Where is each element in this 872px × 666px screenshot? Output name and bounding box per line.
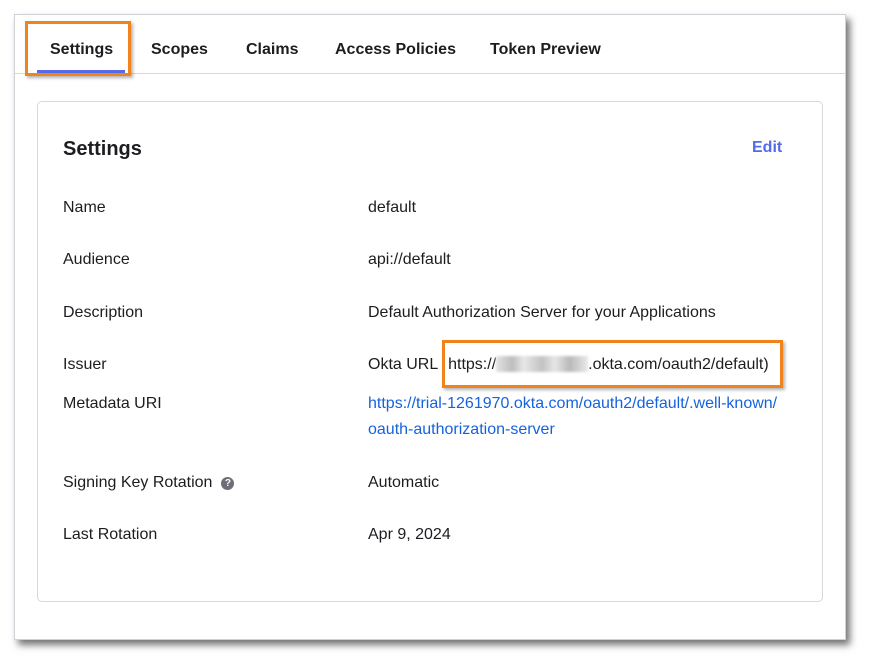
issuer-prefix: Okta URL [368,356,438,373]
last-rotation-label: Last Rotation [63,526,158,543]
issuer-label: Issuer [63,356,107,373]
tab-claims[interactable]: Claims [246,41,298,59]
last-rotation-value: Apr 9, 2024 [368,526,451,543]
description-value: Default Authorization Server for your Ap… [368,304,716,321]
description-label: Description [63,304,144,321]
signing-key-rotation-text: Signing Key Rotation [63,474,213,491]
app-window: Settings Scopes Claims Access Policies T… [14,14,846,640]
metadata-uri-link-line1[interactable]: https://trial-1261970.okta.com/oauth2/de… [368,395,777,413]
card-title: Settings [63,138,142,160]
audience-value: api://default [368,251,451,268]
audience-label: Audience [63,251,130,268]
edit-button[interactable]: Edit [752,139,782,157]
help-icon[interactable]: ? [221,477,235,490]
metadata-uri-label: Metadata URI [63,395,162,412]
tab-scopes[interactable]: Scopes [151,41,208,59]
tab-token-preview[interactable]: Token Preview [490,41,601,59]
name-label: Name [63,199,106,216]
signing-key-rotation-label: Signing Key Rotation? [63,474,235,492]
tab-bar: Settings Scopes Claims Access Policies T… [15,15,845,74]
name-value: default [368,199,417,216]
tab-access-policies[interactable]: Access Policies [335,41,456,59]
metadata-uri-link-line2[interactable]: oauth-authorization-server [368,421,555,439]
tab-highlight-box [25,21,131,76]
issuer-highlight-box [442,340,783,388]
signing-key-rotation-value: Automatic [368,474,440,491]
